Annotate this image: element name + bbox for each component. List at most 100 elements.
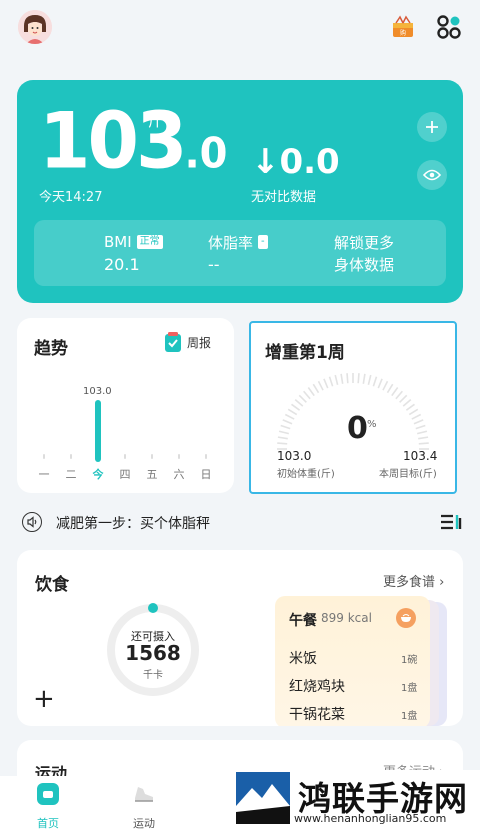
eye-icon: [423, 169, 441, 181]
goal-percent-sign: %: [367, 419, 377, 430]
sneaker-icon: [135, 787, 153, 802]
gauge-tick: [399, 394, 408, 403]
trend-tick: [151, 454, 153, 459]
goal-percent: 0: [347, 411, 368, 446]
bmi-value: 20.1: [104, 255, 140, 274]
trend-tick: [124, 454, 126, 459]
body-fat-metric[interactable]: 体脂率 - --: [208, 232, 268, 274]
gauge-tick: [382, 380, 389, 391]
watermark-logo-icon: [236, 772, 290, 824]
gauge-tick: [282, 419, 293, 425]
gauge-tick: [402, 399, 412, 407]
gauge-tick: [277, 436, 288, 440]
current-weight: 103.0: [39, 95, 228, 187]
nav-home-label: 首页: [37, 817, 59, 829]
target-weight-value: 103.4: [403, 449, 438, 463]
add-record-button[interactable]: [417, 112, 447, 142]
nav-sport-label: 运动: [133, 817, 155, 829]
trend-tick: [43, 454, 45, 459]
body-fat-label: 体脂率: [208, 233, 254, 252]
weekly-report-button[interactable]: 周报: [163, 330, 211, 354]
meal-card-lunch[interactable]: 午餐 899 kcal 米饭 1碗 红烧鸡块 1盘 干锅花菜 1盘: [275, 596, 430, 726]
nav-sport[interactable]: 运动: [114, 782, 174, 829]
goal-title: 增重第1周: [265, 343, 345, 363]
unlock-more-data[interactable]: 解锁更多 身体数据: [334, 232, 394, 276]
trend-tick: [70, 454, 72, 459]
gauge-tick: [372, 376, 378, 387]
gauge-tick: [340, 373, 344, 384]
start-weight-value: 103.0: [277, 449, 312, 463]
diet-card[interactable]: 饮食 更多食谱 › 还可摄入 1568 千卡 + 午餐 899 kcal 米饭 …: [17, 550, 463, 726]
goal-card[interactable]: 增重第1周 0 % 103.0 初始体重(斤) 103.4 本周目标(斤): [249, 321, 457, 494]
gauge-tick: [328, 376, 334, 387]
gauge-tick: [395, 390, 403, 400]
sort-list-icon[interactable]: [440, 512, 462, 532]
notice-text: 减肥第一步：买个体脂秤: [56, 516, 210, 532]
day-label: 二: [65, 468, 77, 481]
meal-kcal: 899 kcal: [321, 611, 372, 625]
top-bar: 购: [0, 0, 480, 60]
shop-icon[interactable]: 购: [390, 14, 416, 40]
unlock-line2: 身体数据: [334, 256, 395, 274]
gauge-tick: [377, 378, 383, 389]
speaker-icon: [22, 512, 42, 532]
gauge-tick: [277, 442, 288, 445]
more-recipes-link[interactable]: 更多食谱 ›: [383, 571, 444, 590]
day-label-today: 今: [92, 468, 104, 481]
gauge-tick: [346, 373, 349, 384]
dish-qty: 1碗: [401, 655, 418, 666]
gauge-tick: [334, 374, 339, 386]
day-label: 四: [119, 468, 131, 481]
weekly-report-label: 周报: [187, 335, 212, 350]
bowl-icon: [396, 608, 416, 628]
gauge-tick: [386, 383, 394, 394]
day-label: 五: [146, 468, 158, 481]
gauge-tick: [303, 390, 311, 400]
body-fat-value: --: [208, 255, 220, 274]
start-weight-label: 初始体重(斤): [277, 469, 335, 480]
gauge-tick: [416, 430, 428, 435]
body-fat-badge: -: [258, 235, 268, 249]
day-label: 日: [200, 468, 212, 481]
user-avatar[interactable]: [18, 10, 52, 44]
bmi-metric[interactable]: BMI 正常 20.1: [104, 232, 163, 274]
gauge-tick: [317, 380, 324, 391]
gauge-tick: [413, 419, 424, 425]
weight-card[interactable]: 103.0 斤 今天14:27 ↓0.0 无对比数据 BMI 正常 20.1 体脂…: [17, 80, 463, 303]
gauge-tick: [362, 373, 366, 384]
target-weight-label: 本周目标(斤): [379, 469, 437, 480]
gauge-tick: [415, 424, 426, 430]
nav-home[interactable]: 首页: [18, 782, 78, 829]
toggle-visibility-button[interactable]: [417, 160, 447, 190]
watermark-url: www.henanhonglian95.com: [294, 812, 447, 825]
dish-name: 干锅花菜: [289, 707, 345, 723]
dish-qty: 1盘: [401, 711, 418, 722]
diet-title: 饮食: [35, 575, 69, 595]
gauge-tick: [418, 436, 429, 440]
notice-bar[interactable]: 减肥第一步：买个体脂秤: [22, 510, 462, 534]
gauge-tick: [418, 442, 429, 445]
gauge-tick: [411, 413, 422, 420]
gauge-tick: [298, 394, 307, 403]
clipboard-icon: [165, 332, 181, 352]
gauge-tick: [278, 430, 290, 435]
gauge-tick: [312, 383, 320, 394]
gauge-tick: [284, 413, 295, 420]
day-label: 六: [173, 468, 185, 481]
svg-text:购: 购: [400, 29, 406, 37]
apps-grid-icon[interactable]: [436, 14, 462, 40]
meal-name: 午餐: [289, 613, 317, 629]
trend-title: 趋势: [34, 339, 68, 359]
gauge-tick: [280, 424, 291, 430]
gauge-tick: [323, 378, 329, 389]
trend-card[interactable]: 趋势 周报 103.0 一 二 今 四 五 六 日: [17, 318, 234, 493]
body-metrics: BMI 正常 20.1 体脂率 - -- 解锁更多 身体数据: [34, 220, 446, 286]
trend-tick: [178, 454, 180, 459]
weigh-time: 今天14:27: [39, 190, 103, 205]
add-meal-button[interactable]: +: [33, 684, 55, 714]
home-icon: [37, 783, 59, 805]
plus-icon: [426, 121, 438, 133]
day-label: 一: [38, 468, 50, 481]
unlock-line1: 解锁更多: [334, 234, 395, 252]
gauge-tick: [307, 387, 315, 397]
